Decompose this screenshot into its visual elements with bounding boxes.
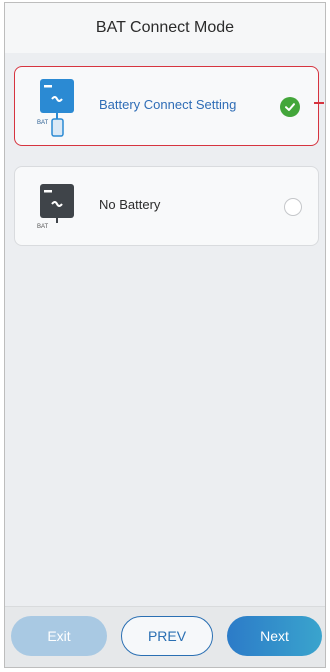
option-label: No Battery: [99, 197, 161, 212]
option-battery-connect-setting[interactable]: BAT Battery Connect Setting: [14, 66, 324, 146]
exit-button[interactable]: Exit: [11, 616, 107, 656]
selected-check-icon: [280, 97, 300, 117]
app-screen: BAT Connect Mode BAT Battery Connect Set…: [4, 2, 326, 668]
page-title: BAT Connect Mode: [95, 19, 235, 36]
option-label: Battery Connect Setting: [99, 97, 237, 112]
callout-pointer: [314, 102, 324, 104]
option-no-battery[interactable]: BAT No Battery: [14, 166, 319, 246]
radio-unselected-icon[interactable]: [284, 198, 302, 216]
inverter-no-battery-icon: BAT: [37, 184, 74, 230]
inverter-battery-icon: BAT: [37, 79, 74, 137]
bat-label: BAT: [37, 120, 49, 126]
footer-bar: Exit PREV Next: [5, 606, 325, 667]
next-button[interactable]: Next: [227, 616, 322, 656]
prev-button[interactable]: PREV: [121, 616, 213, 656]
bat-label: BAT: [37, 224, 49, 230]
page-header: BAT Connect Mode: [5, 3, 325, 53]
